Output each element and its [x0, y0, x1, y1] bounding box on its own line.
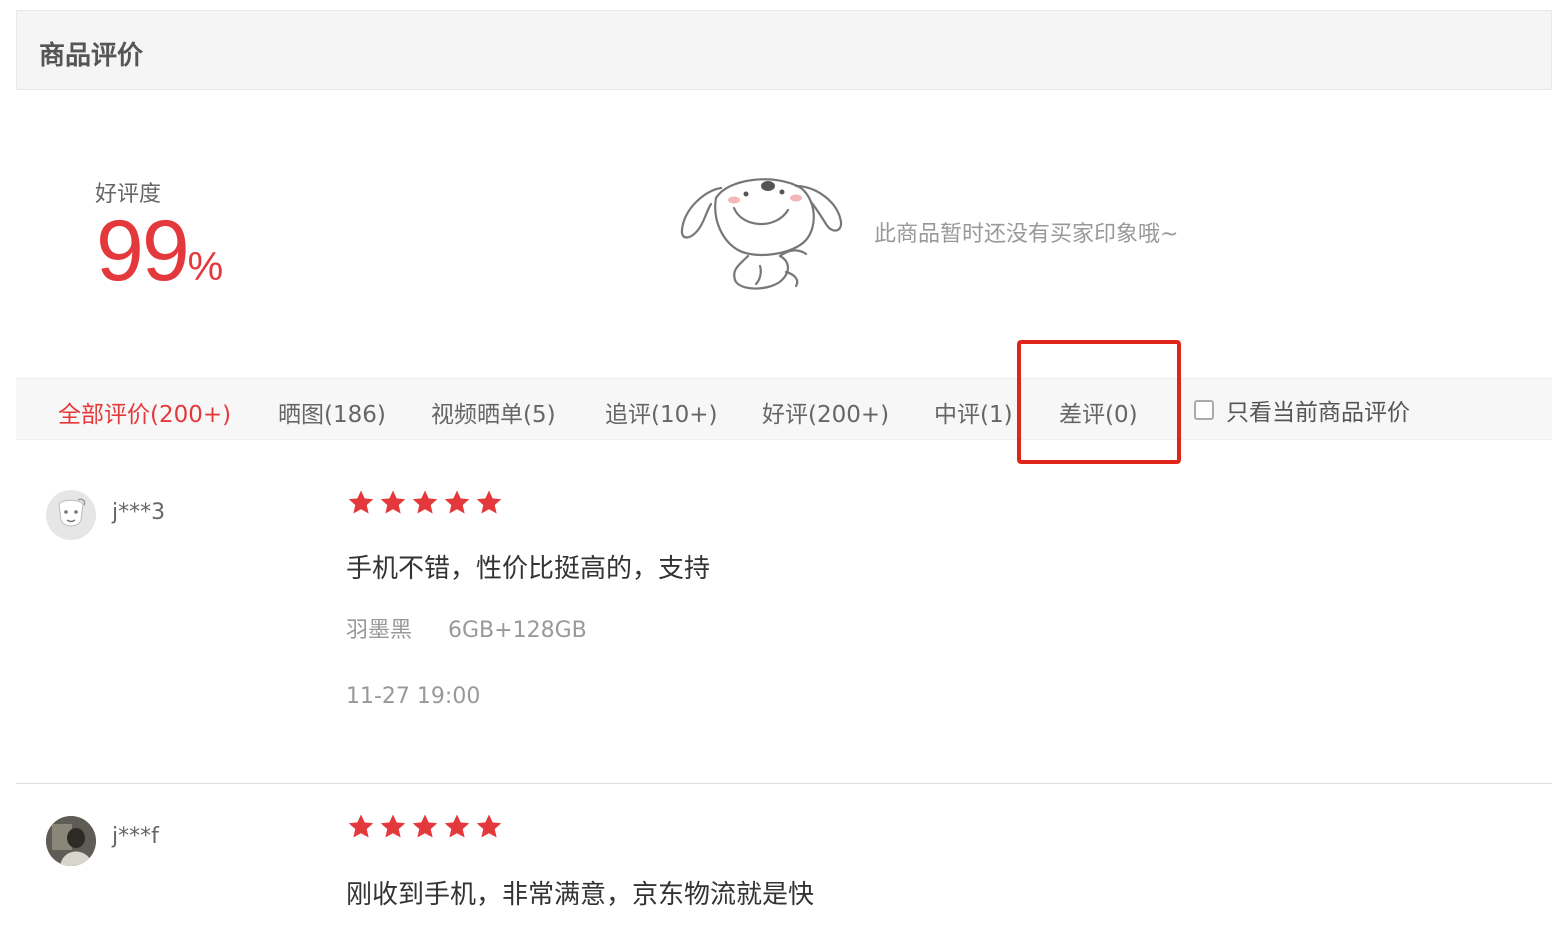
review-text: 手机不错，性价比挺高的，支持 [346, 554, 711, 584]
tab-positive-reviews[interactable]: 好评(200+) [762, 395, 889, 429]
user-name[interactable]: j***f [112, 824, 159, 849]
impressions-empty-text: 此商品暂时还没有买家印象哦~ [874, 222, 1179, 247]
review-item: j***f 刚收到手机，非常满意，京东物流就是快 [16, 784, 1552, 939]
avatar-photo-icon [46, 816, 96, 866]
review-filter-bar: 全部评价(200+) 晒图(186) 视频晒单(5) 追评(10+) 好评(20… [16, 378, 1552, 440]
good-rate-value: 99% [96, 208, 223, 294]
good-rate-number: 99 [96, 203, 190, 299]
review-item: j***3 手机不错，性价比挺高的，支持 羽墨黑 6GB+128GB 11-27 … [16, 470, 1552, 784]
review-time: 11-27 19:00 [346, 684, 481, 709]
tab-neutral-reviews[interactable]: 中评(1) [934, 395, 1013, 429]
section-header: 商品评价 [16, 10, 1552, 90]
user-name[interactable]: j***3 [112, 500, 165, 525]
star-icon [476, 490, 502, 514]
tab-all-reviews[interactable]: 全部评价(200+) [58, 395, 231, 429]
product-memory: 6GB+128GB [448, 618, 587, 643]
only-current-label: 只看当前商品评价 [1226, 400, 1410, 426]
avatar-dog-icon [46, 490, 96, 540]
section-title: 商品评价 [39, 41, 144, 71]
star-icon [380, 490, 406, 514]
star-icon [348, 814, 374, 838]
tab-with-images[interactable]: 晒图(186) [278, 395, 386, 429]
user-avatar[interactable] [46, 816, 96, 866]
only-current-checkbox[interactable] [1194, 400, 1214, 420]
tab-video-reviews[interactable]: 视频晒单(5) [431, 395, 556, 429]
star-icon [444, 490, 470, 514]
tab-follow-up-reviews[interactable]: 追评(10+) [605, 395, 717, 429]
star-icon [380, 814, 406, 838]
star-icon [412, 814, 438, 838]
star-icon [444, 814, 470, 838]
star-icon [412, 490, 438, 514]
good-rate-percent: % [187, 245, 224, 289]
star-icon [476, 814, 502, 838]
joy-dog-mascot-icon [680, 178, 843, 290]
star-rating [346, 488, 504, 518]
only-current-product-filter[interactable]: 只看当前商品评价 [1194, 393, 1410, 427]
user-avatar[interactable] [46, 490, 96, 540]
product-color: 羽墨黑 [346, 618, 413, 643]
product-reviews-page: 商品评价 好评度 99% 此商品暂时还没有买家印象哦~ 全部评价(200+) 晒… [0, 0, 1552, 939]
star-rating [346, 812, 504, 842]
tab-negative-reviews[interactable]: 差评(0) [1059, 395, 1138, 429]
star-icon [348, 490, 374, 514]
review-text: 刚收到手机，非常满意，京东物流就是快 [346, 880, 815, 910]
product-spec: 羽墨黑 6GB+128GB [346, 612, 587, 644]
